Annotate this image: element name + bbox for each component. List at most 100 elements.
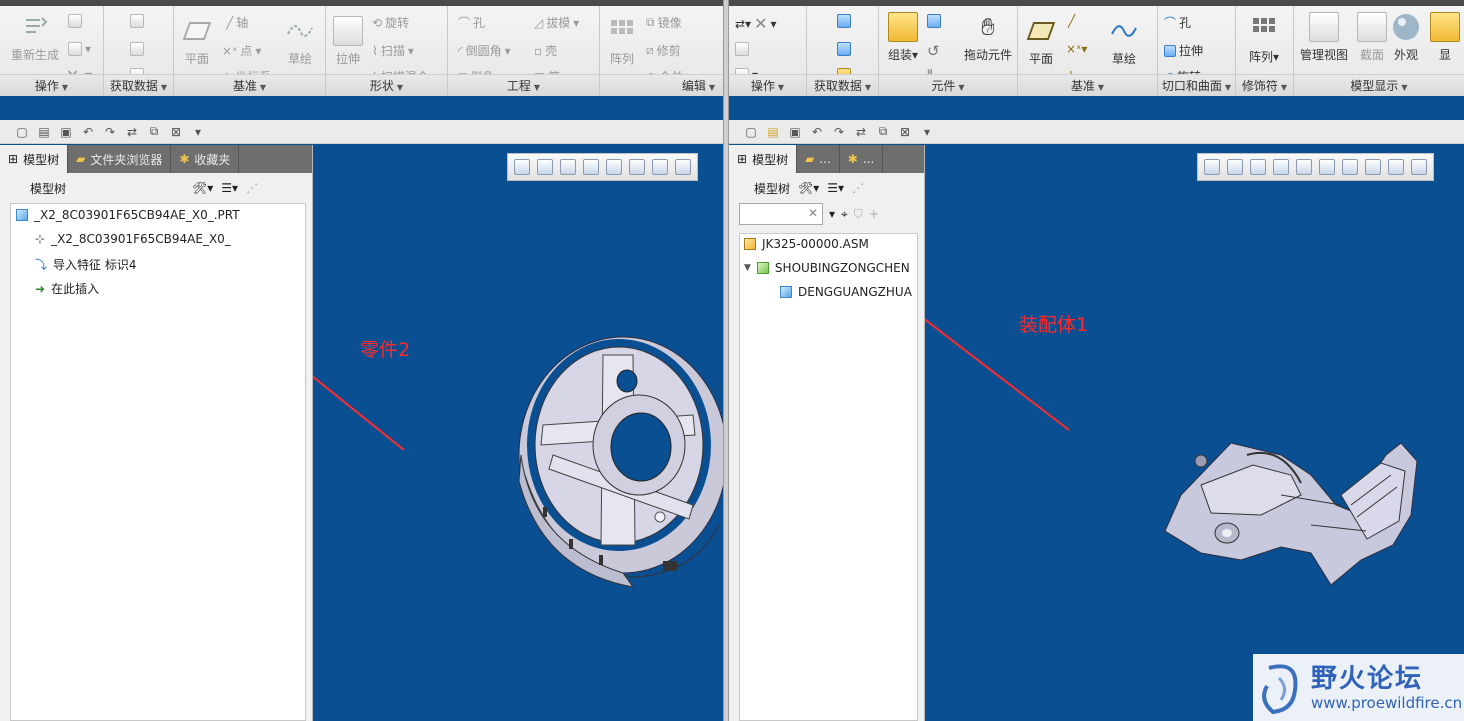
filter-funnel-icon[interactable]: ⛉ (854, 207, 863, 222)
ribbon-group-title[interactable]: 工程 ▼ (448, 74, 599, 96)
annotation-assembly-label: 装配体1 (1019, 314, 1089, 336)
plane-button[interactable]: 平面 (1024, 16, 1058, 67)
create-component-icon[interactable] (927, 14, 941, 28)
draft-button[interactable]: ◿ 拔模 ▾ (534, 14, 579, 31)
undo-icon[interactable]: ↶ (809, 124, 825, 140)
shrinkwrap-icon[interactable] (130, 42, 144, 56)
filter-icon[interactable]: ⋰ (852, 181, 864, 195)
save-icon[interactable]: ▣ (787, 124, 803, 140)
shrinkwrap-icon[interactable] (837, 42, 851, 56)
tab-folder-browser[interactable]: ▰ 文件夹浏览器 (68, 145, 172, 173)
axis-icon[interactable]: ╱ (1068, 14, 1075, 28)
tree-icon: ⊞ (8, 152, 19, 166)
appearance-button[interactable]: 外观 (1390, 12, 1422, 63)
customize-icon[interactable]: ▾ (919, 124, 935, 140)
hole-button[interactable]: ⌒ 孔 (1164, 14, 1191, 31)
ribbon-group-title[interactable]: 模型显示 ▼ (1294, 74, 1464, 96)
open-file-icon[interactable]: ▤ (765, 124, 781, 140)
ribbon-group-title[interactable]: 基准 ▼ (1018, 74, 1157, 96)
tab-favorites[interactable]: ✱ 收藏夹 (171, 145, 240, 173)
ribbon-group-title[interactable]: 获取数据 ▼ (104, 74, 173, 96)
tree-node-subassembly[interactable]: ▼ SHOUBINGZONGCHEN (744, 261, 910, 275)
extrude-button[interactable]: 拉伸 (1164, 42, 1203, 59)
windows-icon[interactable]: ⧉ (875, 124, 891, 140)
section-button[interactable]: 截面 (1356, 12, 1388, 63)
tree-node-part[interactable]: DENGGUANGZHUA (780, 285, 912, 299)
manage-views-button[interactable]: 管理视图 (1294, 12, 1354, 63)
dropdown-icon[interactable]: ▾ (829, 207, 835, 221)
copy-icon[interactable] (68, 14, 82, 28)
filter-icon[interactable]: ⋰ (246, 181, 258, 195)
ribbon-group-title[interactable]: 基准 ▼ (174, 74, 325, 96)
copy-geometry-icon[interactable] (837, 14, 851, 28)
find-binoculars-icon[interactable]: ⌖ (841, 207, 848, 222)
repeat-icon[interactable]: ↺ (927, 42, 940, 60)
expand-icon[interactable]: ▼ (744, 263, 751, 273)
shell-button[interactable]: ▫ 壳 (534, 42, 557, 59)
ribbon-group-title[interactable]: 切口和曲面 ▼ (1158, 74, 1235, 96)
regenerate-small-icon[interactable]: ⇄ (853, 124, 869, 140)
sketch-button[interactable]: 草绘 (1104, 16, 1144, 67)
regenerate-small-icon[interactable]: ⇄ (124, 124, 140, 140)
customize-icon[interactable]: ▾ (190, 124, 206, 140)
tree-node-csys[interactable]: ⊹ _X2_8C03901F65CB94AE_X0_ (35, 232, 231, 246)
graphics-viewport[interactable]: 装配体1 (925, 145, 1464, 721)
sketch-button[interactable]: 草绘 (282, 16, 318, 67)
save-icon[interactable]: ▣ (58, 124, 74, 140)
ribbon-group-title[interactable]: 编辑 ▼ (600, 74, 723, 96)
pattern-button[interactable]: 阵列▾ (1244, 14, 1284, 65)
ribbon-group-engineering: ⌒孔 ◜倒圆角▾ ◸倒角▾ ◿拔模▾ ▫壳 ▥筋▾ 工程▼ (448, 6, 600, 96)
ribbon-group-title[interactable]: 元件 ▼ (879, 74, 1017, 96)
add-icon[interactable]: + (869, 207, 879, 221)
pattern-button[interactable]: 阵列 (604, 16, 640, 67)
ribbon-group-title[interactable]: 获取数据 ▼ (807, 74, 878, 96)
assemble-button[interactable]: 组装▾ (883, 12, 923, 63)
ribbon-group-title[interactable]: 修饰符 ▼ (1236, 74, 1293, 96)
ribbon-group-title[interactable]: 形状 ▼ (326, 74, 447, 96)
regenerate-button[interactable]: 重新生成 (6, 12, 64, 63)
redo-icon[interactable]: ↷ (831, 124, 847, 140)
tree-node-assembly[interactable]: JK325-00000.ASM (744, 237, 869, 251)
point-icon[interactable]: ×ˣ▾ (1066, 42, 1087, 56)
plane-button[interactable]: 平面 (180, 16, 214, 67)
tab-model-tree[interactable]: ⊞ 模型树 (729, 145, 798, 173)
close-window-icon[interactable]: ⊠ (897, 124, 913, 140)
new-file-icon[interactable]: ▢ (14, 124, 30, 140)
clear-icon[interactable]: ✕ (808, 206, 818, 220)
point-button[interactable]: ×ˣ 点 ▾ (222, 42, 261, 59)
revolve-button[interactable]: ⟲旋转 (372, 14, 409, 31)
display-button[interactable]: 显 (1430, 12, 1460, 63)
paste-icon[interactable]: ▾ (68, 42, 91, 56)
tree-node-part[interactable]: _X2_8C03901F65CB94AE_X0_.PRT (16, 208, 240, 222)
open-file-icon[interactable]: ▤ (36, 124, 52, 140)
close-window-icon[interactable]: ⊠ (168, 124, 184, 140)
extrude-button[interactable]: 拉伸 (330, 16, 366, 67)
tools-icon[interactable]: 🛠︎▾ (798, 181, 819, 195)
new-file-icon[interactable]: ▢ (743, 124, 759, 140)
axis-button[interactable]: ╱ 轴 (226, 14, 248, 31)
copy-icon[interactable] (735, 42, 749, 56)
sketch-icon (1109, 16, 1139, 46)
hole-button[interactable]: ⌒ 孔 (458, 14, 485, 31)
graphics-viewport[interactable]: 零件2 (313, 145, 723, 721)
tree-node-insert-here[interactable]: ➜ 在此插入 (35, 280, 99, 297)
regenerate-icon[interactable]: ⇄▾ ✕ ▾ (735, 14, 777, 33)
drag-component-button[interactable]: ✋︎ 拖动元件 (959, 12, 1017, 63)
tree-node-import-feature[interactable]: ⤵ 导入特征 标识4 (35, 256, 136, 273)
settings-icon[interactable]: ☰▾ (221, 181, 238, 195)
round-button[interactable]: ◜ 倒圆角 ▾ (458, 42, 511, 59)
tab-model-tree[interactable]: ⊞ 模型树 (0, 145, 69, 173)
redo-icon[interactable]: ↷ (102, 124, 118, 140)
tab-folder-browser[interactable]: ▰... (797, 145, 840, 173)
ribbon-group-title[interactable]: 操作 ▼ (0, 74, 103, 96)
settings-icon[interactable]: ☰▾ (827, 181, 844, 195)
ribbon-group-title[interactable]: 操作 ▼ (729, 74, 806, 96)
copy-geometry-icon[interactable] (130, 14, 144, 28)
tools-icon[interactable]: 🛠︎▾ (192, 181, 213, 195)
trim-button[interactable]: ⧄ 修剪 (646, 42, 681, 59)
mirror-button[interactable]: ⧉ 镜像 (646, 14, 682, 31)
windows-icon[interactable]: ⧉ (146, 124, 162, 140)
tab-favorites[interactable]: ✱... (840, 145, 884, 173)
sweep-button[interactable]: ⌇ 扫描 ▾ (372, 42, 414, 59)
undo-icon[interactable]: ↶ (80, 124, 96, 140)
